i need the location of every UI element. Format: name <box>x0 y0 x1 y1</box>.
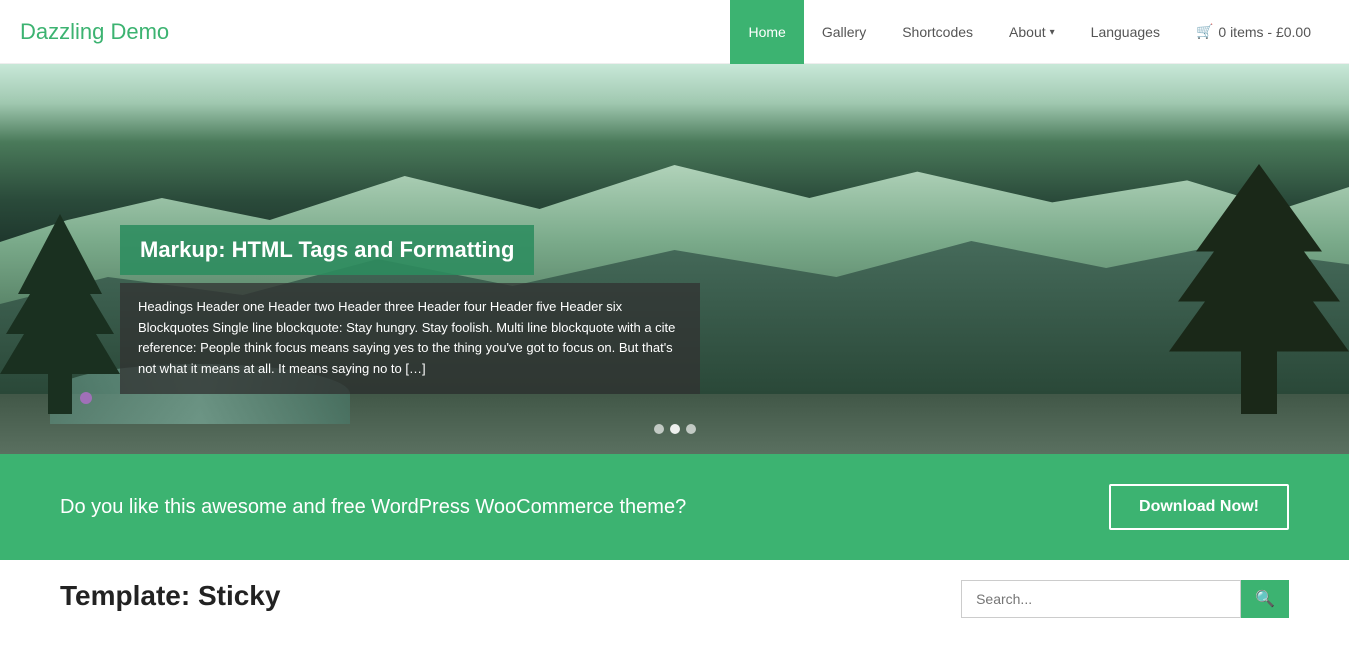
slide-title-box[interactable]: Markup: HTML Tags and Formatting <box>120 225 534 275</box>
search-icon: 🔍 <box>1255 589 1275 609</box>
slide-content: Markup: HTML Tags and Formatting Heading… <box>120 225 720 394</box>
slide-description: Headings Header one Header two Header th… <box>138 299 675 376</box>
cart-icon: 🛒 <box>1196 23 1213 40</box>
slide-title: Markup: HTML Tags and Formatting <box>140 237 514 262</box>
page-title: Template: Sticky <box>60 580 280 612</box>
nav-item-shortcodes[interactable]: Shortcodes <box>884 0 991 64</box>
slider-dot-1[interactable] <box>654 424 664 434</box>
nav-item-about[interactable]: About ▾ <box>991 0 1073 64</box>
site-logo[interactable]: Dazzling Demo <box>20 19 730 45</box>
nav-item-languages[interactable]: Languages <box>1073 0 1178 64</box>
nav-item-home[interactable]: Home <box>730 0 803 64</box>
bottom-section: Template: Sticky 🔍 <box>0 560 1349 628</box>
slider-dot-2[interactable] <box>670 424 680 434</box>
site-header: Dazzling Demo Home Gallery Shortcodes Ab… <box>0 0 1349 64</box>
main-nav: Home Gallery Shortcodes About ▾ Language… <box>730 0 1329 64</box>
slide-description-box: Headings Header one Header two Header th… <box>120 283 700 394</box>
about-dropdown-caret: ▾ <box>1050 27 1055 38</box>
nav-item-gallery[interactable]: Gallery <box>804 0 884 64</box>
hero-section: Markup: HTML Tags and Formatting Heading… <box>0 64 1349 454</box>
search-area: 🔍 <box>961 580 1289 618</box>
cta-section: Do you like this awesome and free WordPr… <box>0 454 1349 560</box>
cart-button[interactable]: 🛒 0 items - £0.00 <box>1178 0 1329 64</box>
search-button[interactable]: 🔍 <box>1241 580 1289 618</box>
slider-dots <box>654 424 696 434</box>
hero-flower <box>80 392 92 404</box>
cta-text: Do you like this awesome and free WordPr… <box>60 496 686 519</box>
slider-dot-3[interactable] <box>686 424 696 434</box>
download-now-button[interactable]: Download Now! <box>1109 484 1289 530</box>
search-input[interactable] <box>961 580 1241 618</box>
